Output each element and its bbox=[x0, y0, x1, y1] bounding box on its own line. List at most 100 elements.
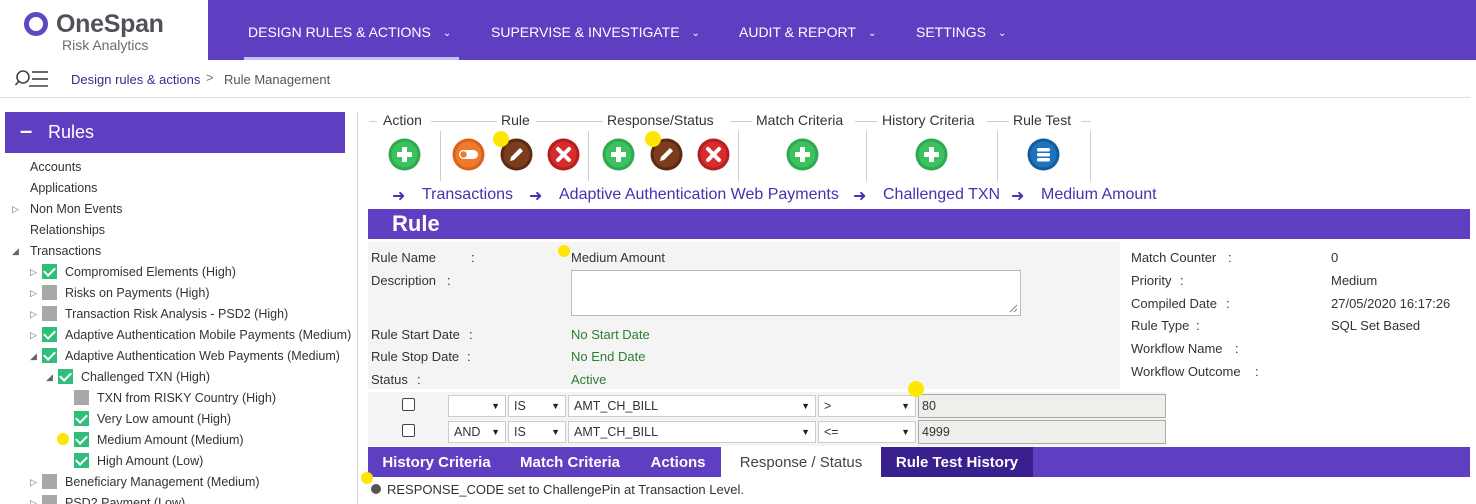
colon: : bbox=[447, 273, 451, 288]
operator-select[interactable]: IS ▼ bbox=[508, 421, 566, 443]
add-history-criteria-button[interactable] bbox=[915, 138, 948, 171]
tree-item[interactable]: High Amount (Low) bbox=[74, 451, 203, 471]
tree-item-selected[interactable]: Medium Amount (Medium) bbox=[74, 430, 244, 450]
criteria-checkbox[interactable] bbox=[402, 424, 415, 437]
expand-arrow-icon[interactable]: ▷ bbox=[30, 493, 37, 504]
checkbox-checked-icon[interactable] bbox=[74, 453, 89, 468]
onespan-logo-icon bbox=[24, 12, 48, 36]
select-value: AMT_CH_BILL bbox=[574, 425, 659, 439]
tree-item[interactable]: ▷ Non Mon Events bbox=[12, 199, 122, 219]
path-item[interactable]: Medium Amount bbox=[1041, 186, 1157, 204]
highlight-marker bbox=[558, 245, 570, 257]
checkbox-unchecked-icon[interactable] bbox=[42, 495, 57, 504]
conjunction-select[interactable]: AND ▼ bbox=[448, 421, 506, 443]
operator-select[interactable]: IS ▼ bbox=[508, 395, 566, 417]
criteria-value-input[interactable]: 4999 bbox=[918, 420, 1166, 444]
checkbox-checked-icon[interactable] bbox=[58, 369, 73, 384]
expand-arrow-icon[interactable]: ▷ bbox=[30, 325, 37, 345]
checkbox-unchecked-icon[interactable] bbox=[42, 474, 57, 489]
path-item[interactable]: Transactions bbox=[422, 186, 513, 204]
expand-arrow-icon[interactable]: ▷ bbox=[30, 472, 37, 492]
field-select[interactable]: AMT_CH_BILL ▼ bbox=[568, 421, 816, 443]
add-match-criteria-button[interactable] bbox=[786, 138, 819, 171]
field-select[interactable]: AMT_CH_BILL ▼ bbox=[568, 395, 816, 417]
nav-design-rules[interactable]: DESIGN RULES & ACTIONS ⌄ bbox=[243, 0, 460, 60]
rule-section-header: Rule bbox=[368, 209, 1476, 239]
path-item[interactable]: Challenged TXN bbox=[883, 186, 1000, 204]
checkbox-checked-icon[interactable] bbox=[42, 327, 57, 342]
collapse-arrow-icon[interactable]: ◢ bbox=[12, 241, 19, 261]
tree-item[interactable]: ◢ Challenged TXN (High) bbox=[46, 367, 210, 387]
expand-arrow-icon[interactable]: ▷ bbox=[12, 199, 19, 219]
criteria-value-input[interactable]: 80 bbox=[918, 394, 1166, 418]
tree-item[interactable]: ◢ Transactions bbox=[12, 241, 101, 261]
highlight-marker bbox=[57, 433, 69, 445]
resize-handle-icon[interactable] bbox=[1009, 304, 1018, 313]
checkbox-unchecked-icon[interactable] bbox=[42, 306, 57, 321]
nav-supervise[interactable]: SUPERVISE & INVESTIGATE ⌄ bbox=[491, 0, 700, 60]
rule-test-button[interactable] bbox=[1027, 138, 1060, 171]
toolbar-group-rule: Rule bbox=[501, 112, 530, 128]
nav-settings[interactable]: SETTINGS ⌄ bbox=[916, 0, 1006, 60]
toolbar-separator bbox=[1090, 131, 1091, 181]
highlight-marker bbox=[645, 131, 661, 147]
app-logo[interactable]: OneSpan Risk Analytics bbox=[0, 0, 208, 60]
tree-item[interactable]: ▷ Adaptive Authentication Mobile Payments… bbox=[30, 325, 351, 345]
toolbar-rule-line bbox=[855, 121, 877, 122]
checkbox-checked-icon[interactable] bbox=[42, 348, 57, 363]
path-item[interactable]: Adaptive Authentication Web Payments bbox=[559, 186, 839, 204]
tree-item[interactable]: ◢ Adaptive Authentication Web Payments (M… bbox=[30, 346, 340, 366]
conjunction-select[interactable]: ▼ bbox=[448, 395, 506, 417]
caret-down-icon: ▼ bbox=[901, 427, 910, 437]
expand-arrow-icon[interactable]: ▷ bbox=[30, 283, 37, 303]
tree-item-label: Adaptive Authentication Mobile Payments … bbox=[65, 328, 352, 342]
tab-rule-test-history[interactable]: Rule Test History bbox=[881, 447, 1033, 477]
description-field[interactable] bbox=[571, 270, 1021, 316]
checkbox-checked-icon[interactable] bbox=[74, 411, 89, 426]
rules-tree-header[interactable]: – Rules bbox=[5, 112, 345, 153]
collapse-icon[interactable]: – bbox=[20, 118, 32, 144]
tree-item[interactable]: TXN from RISKY Country (High) bbox=[74, 388, 276, 408]
toolbar-separator bbox=[588, 131, 589, 181]
tree-item[interactable]: Applications bbox=[30, 178, 97, 198]
add-action-button[interactable] bbox=[388, 138, 421, 171]
chevron-down-icon: ⌄ bbox=[442, 28, 452, 39]
status-value: Active bbox=[571, 372, 607, 387]
checkbox-unchecked-icon[interactable] bbox=[42, 285, 57, 300]
expand-arrow-icon[interactable]: ▷ bbox=[30, 304, 37, 324]
toggle-rule-button[interactable] bbox=[452, 138, 485, 171]
tree-item[interactable]: ▷ Transaction Risk Analysis - PSD2 (High) bbox=[30, 304, 288, 324]
priority-value: Medium bbox=[1331, 273, 1378, 288]
highlight-marker bbox=[493, 131, 509, 147]
tree-item[interactable]: ▷ Risks on Payments (High) bbox=[30, 283, 210, 303]
comparator-select[interactable]: > ▼ bbox=[818, 395, 916, 417]
tab-history-criteria[interactable]: History Criteria bbox=[368, 447, 505, 477]
tab-actions[interactable]: Actions bbox=[635, 447, 721, 477]
caret-down-icon: ▼ bbox=[801, 401, 810, 411]
tree-item[interactable]: ▷ PSD2 Payment (Low) bbox=[30, 493, 185, 504]
checkbox-unchecked-icon[interactable] bbox=[74, 390, 89, 405]
collapse-arrow-icon[interactable]: ◢ bbox=[30, 346, 37, 366]
tree-item[interactable]: ▷ Compromised Elements (High) bbox=[30, 262, 236, 282]
delete-response-button[interactable] bbox=[697, 138, 730, 171]
nav-audit[interactable]: AUDIT & REPORT ⌄ bbox=[739, 0, 876, 60]
comparator-select[interactable]: <= ▼ bbox=[818, 421, 916, 443]
tab-response-status[interactable]: Response / Status bbox=[721, 447, 881, 477]
tab-match-criteria[interactable]: Match Criteria bbox=[505, 447, 635, 477]
collapse-arrow-icon[interactable]: ◢ bbox=[46, 367, 53, 387]
criteria-checkbox[interactable] bbox=[402, 398, 415, 411]
tree-item[interactable]: Very Low amount (High) bbox=[74, 409, 231, 429]
checkbox-checked-icon[interactable] bbox=[42, 264, 57, 279]
breadcrumb-link[interactable]: Design rules & actions bbox=[71, 72, 200, 87]
tree-item[interactable]: Accounts bbox=[30, 157, 81, 177]
tree-item[interactable]: ▷ Beneficiary Management (Medium) bbox=[30, 472, 260, 492]
chevron-down-icon: ⌄ bbox=[998, 28, 1007, 39]
search-menu-icon[interactable] bbox=[15, 68, 49, 90]
add-response-button[interactable] bbox=[602, 138, 635, 171]
expand-arrow-icon[interactable]: ▷ bbox=[30, 262, 37, 282]
checkbox-checked-icon[interactable] bbox=[74, 432, 89, 447]
page-scrollbar[interactable] bbox=[1470, 60, 1476, 504]
delete-rule-button[interactable] bbox=[547, 138, 580, 171]
caret-down-icon: ▼ bbox=[551, 427, 560, 437]
tree-item[interactable]: Relationships bbox=[30, 220, 105, 240]
